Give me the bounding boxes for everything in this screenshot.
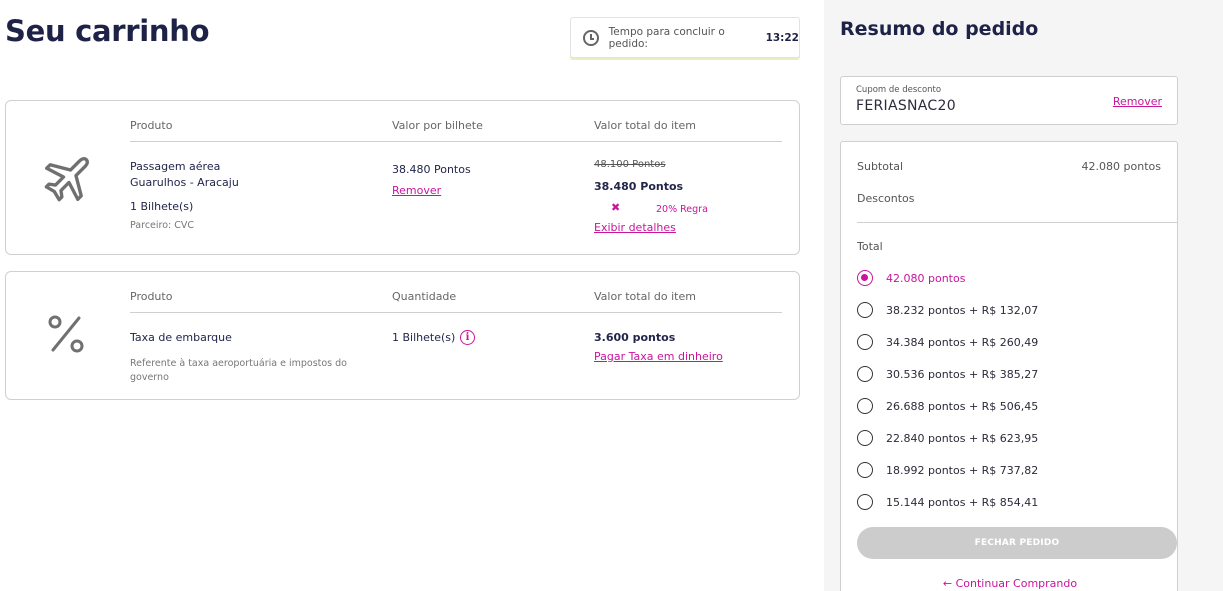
unit-price: 38.480 Pontos <box>392 163 471 176</box>
fee-name: Taxa de embarque <box>130 331 232 344</box>
payment-option[interactable]: 22.840 pontos + R$ 623,95 <box>857 430 1038 446</box>
pay-fee-cash-link[interactable]: Pagar Taxa em dinheiro <box>594 350 723 363</box>
info-icon[interactable]: i <box>460 330 475 345</box>
payment-option-label: 15.144 pontos + R$ 854,41 <box>886 495 1039 509</box>
item-total: 38.480 Pontos <box>594 180 684 193</box>
fee-total: 3.600 pontos <box>594 331 676 344</box>
radio-button[interactable] <box>857 430 873 446</box>
partner-label: Parceiro: CVC <box>130 220 195 231</box>
col-header-product: Produto <box>130 119 173 132</box>
original-total: 48.100 Pontos <box>594 159 666 170</box>
remove-coupon-link[interactable]: Remover <box>1113 95 1162 108</box>
product-route: Guarulhos - Aracaju <box>130 176 239 189</box>
col-header-total: Valor total do item <box>594 119 696 132</box>
coupon-label: Cupom de desconto <box>856 85 942 95</box>
cart-item-flight: Produto Valor por bilhete Valor total do… <box>5 100 800 255</box>
col-header-unit-value: Valor por bilhete <box>392 119 483 132</box>
ticket-count: 1 Bilhete(s) <box>130 200 194 213</box>
radio-button[interactable] <box>857 494 873 510</box>
payment-option[interactable]: 34.384 pontos + R$ 260,49 <box>857 334 1038 350</box>
page-title: Seu carrinho <box>5 14 210 48</box>
payment-option[interactable]: 42.080 pontos <box>857 270 965 286</box>
payment-option[interactable]: 30.536 pontos + R$ 385,27 <box>857 366 1038 382</box>
coupon-field[interactable]: Cupom de desconto FERIASNAC20 Remover <box>840 76 1178 125</box>
summary-divider <box>857 222 1177 223</box>
continue-shopping-link[interactable]: ← Continuar Comprando <box>841 577 1179 590</box>
fee-description-line1: Referente à taxa aeroportuária e imposto… <box>130 358 347 369</box>
continue-shopping-label: Continuar Comprando <box>955 577 1078 590</box>
payment-option-label: 30.536 pontos + R$ 385,27 <box>886 367 1039 381</box>
summary-box: Subtotal 42.080 pontos Descontos Total 4… <box>840 141 1178 591</box>
payment-option[interactable]: 38.232 pontos + R$ 132,07 <box>857 302 1038 318</box>
discount-rule-icon: ✖ <box>611 201 621 214</box>
payment-option[interactable]: 18.992 pontos + R$ 737,82 <box>857 462 1038 478</box>
cart-main: Seu carrinho Tempo para concluir o pedid… <box>0 0 824 591</box>
arrow-left-icon: ← <box>942 577 953 590</box>
subtotal-value: 42.080 pontos <box>1081 160 1161 173</box>
radio-button[interactable] <box>857 398 873 414</box>
col-header-product: Produto <box>130 290 173 303</box>
radio-button[interactable] <box>857 334 873 350</box>
radio-button[interactable] <box>857 366 873 382</box>
discount-rule-label: 20% Regra <box>656 204 708 215</box>
payment-option-label: 18.992 pontos + R$ 737,82 <box>886 463 1039 477</box>
coupon-value: FERIASNAC20 <box>856 98 956 114</box>
fee-quantity: 1 Bilhete(s) <box>392 331 456 344</box>
timer-label: Tempo para concluir o pedido: <box>608 25 725 50</box>
remove-item-link[interactable]: Remover <box>392 184 441 197</box>
radio-button[interactable] <box>857 270 873 286</box>
payment-option-label: 38.232 pontos + R$ 132,07 <box>886 303 1039 317</box>
payment-option-label: 34.384 pontos + R$ 260,49 <box>886 335 1039 349</box>
clock-icon <box>583 29 599 46</box>
discounts-label: Descontos <box>857 192 915 205</box>
fee-description-line2: governo <box>130 372 169 383</box>
header-divider <box>130 312 782 313</box>
col-header-total: Valor total do item <box>594 290 696 303</box>
radio-button[interactable] <box>857 302 873 318</box>
payment-option-label: 22.840 pontos + R$ 623,95 <box>886 431 1039 445</box>
checkout-timer: Tempo para concluir o pedido: 13:22 <box>570 17 800 58</box>
close-order-button[interactable]: FECHAR PEDIDO <box>857 527 1177 559</box>
cart-item-fee: Produto Quantidade Valor total do item T… <box>5 271 800 400</box>
subtotal-label: Subtotal <box>857 160 904 173</box>
radio-button[interactable] <box>857 462 873 478</box>
timer-value: 13:22 <box>765 31 799 44</box>
payment-option-label: 26.688 pontos + R$ 506,45 <box>886 399 1039 413</box>
payment-option[interactable]: 15.144 pontos + R$ 854,41 <box>857 494 1038 510</box>
col-header-quantity: Quantidade <box>392 290 457 303</box>
total-label: Total <box>857 240 883 253</box>
airplane-icon <box>44 157 89 202</box>
order-summary-panel: Resumo do pedido Cupom de desconto FERIA… <box>824 0 1223 591</box>
payment-option-label: 42.080 pontos <box>886 271 966 285</box>
summary-title: Resumo do pedido <box>840 18 1039 40</box>
payment-option[interactable]: 26.688 pontos + R$ 506,45 <box>857 398 1038 414</box>
product-name: Passagem aérea <box>130 160 221 173</box>
percent-icon <box>48 315 84 353</box>
show-details-link[interactable]: Exibir detalhes <box>594 221 676 234</box>
header-divider <box>130 141 782 142</box>
